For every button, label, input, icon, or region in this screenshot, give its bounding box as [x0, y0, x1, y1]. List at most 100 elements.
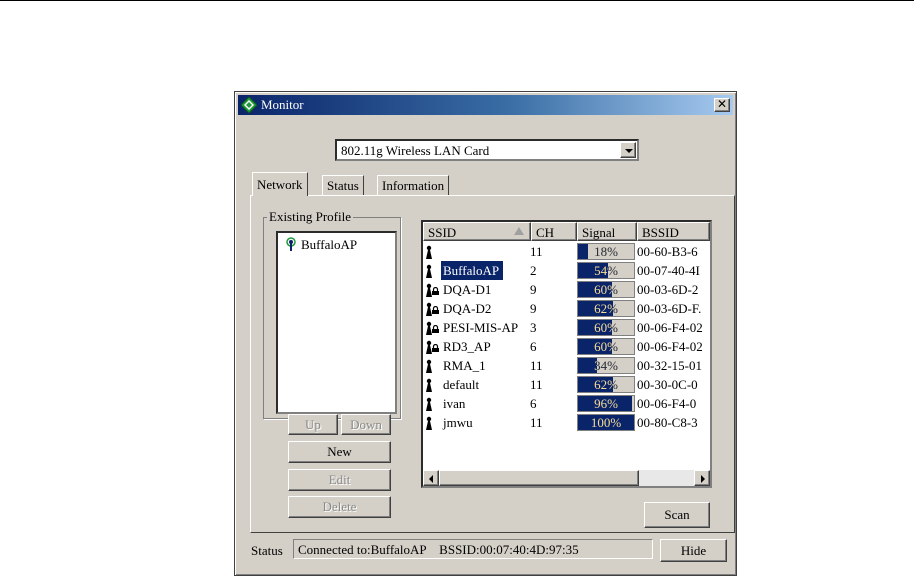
adapter-select[interactable]: 802.11g Wireless LAN Card — [335, 139, 639, 161]
scroll-left-icon[interactable] — [423, 470, 439, 486]
tab-network-label: Network — [257, 177, 303, 192]
column-header-bssid[interactable]: BSSID — [637, 222, 710, 241]
scrollbar-thumb[interactable] — [439, 470, 639, 486]
close-icon: ✕ — [716, 97, 728, 111]
scan-button[interactable]: Scan — [644, 502, 710, 528]
dropdown-arrow-icon[interactable] — [620, 142, 636, 158]
signal-text: 54% — [594, 263, 618, 278]
profile-item-label: BuffaloAP — [301, 237, 358, 252]
signal-bar: 62% — [577, 300, 635, 317]
signal-text: 96% — [594, 396, 618, 411]
signal-bar: 60% — [577, 319, 635, 336]
horizontal-scrollbar[interactable] — [423, 470, 710, 486]
network-row[interactable]: PESI-MIS-AP 3 60% 00-06-F4-02 — [423, 318, 710, 337]
bssid-cell: 00-03-6D-2 — [637, 282, 699, 297]
up-button[interactable]: Up — [288, 414, 338, 435]
signal-bar: 18% — [577, 243, 635, 260]
ssid-cell: jmwu — [443, 415, 473, 430]
profile-list[interactable]: BuffaloAP — [276, 231, 397, 414]
lock-icon — [432, 306, 439, 314]
close-button[interactable]: ✕ — [714, 98, 730, 112]
channel-cell: 11 — [530, 244, 543, 259]
title-bar[interactable]: Monitor ✕ — [238, 95, 733, 115]
channel-cell: 11 — [530, 358, 543, 373]
up-button-label: Up — [305, 417, 321, 432]
tab-status[interactable]: Status — [322, 175, 364, 195]
channel-cell: 11 — [530, 377, 543, 392]
signal-text: 62% — [594, 377, 618, 392]
new-button-label: New — [327, 444, 352, 459]
signal-bar: 34% — [577, 357, 635, 374]
bssid-cell: 00-06-F4-0 — [637, 396, 697, 411]
bssid-cell: 00-03-6D-F. — [637, 301, 702, 316]
delete-button[interactable]: Delete — [288, 496, 391, 518]
network-row[interactable]: RD3_AP 6 60% 00-06-F4-02 — [423, 337, 710, 356]
signal-bar: 60% — [577, 281, 635, 298]
access-point-icon — [426, 359, 432, 373]
status-label: Status — [251, 543, 283, 558]
edit-button[interactable]: Edit — [288, 469, 391, 491]
bssid-cell: 00-06-F4-02 — [637, 320, 703, 335]
existing-profile-label: Existing Profile — [267, 209, 353, 225]
signal-text: 34% — [594, 358, 618, 373]
bssid-cell: 00-30-0C-0 — [637, 377, 698, 392]
lock-icon — [432, 325, 439, 333]
signal-bar: 60% — [577, 338, 635, 355]
column-header-signal[interactable]: Signal — [577, 222, 637, 241]
edit-button-label: Edit — [328, 472, 351, 487]
lock-icon — [432, 287, 439, 295]
tab-status-label: Status — [327, 178, 359, 193]
monitor-window: Monitor ✕ 802.11g Wireless LAN Card Netw… — [234, 91, 737, 576]
column-header-ch-label: CH — [536, 225, 555, 240]
network-list[interactable]: SSID CH Signal BSSID 11 18% 00-60-B3-6 Buff… — [421, 220, 712, 488]
hide-button[interactable]: Hide — [660, 539, 727, 562]
ssid-cell: RMA_1 — [443, 358, 486, 373]
new-button[interactable]: New — [288, 441, 391, 463]
access-point-icon — [426, 245, 432, 259]
signal-text: 100% — [590, 415, 622, 430]
channel-cell: 2 — [530, 263, 537, 278]
network-row[interactable]: 11 18% 00-60-B3-6 — [423, 242, 710, 261]
channel-cell: 3 — [530, 320, 537, 335]
signal-text: 60% — [594, 320, 618, 335]
network-row[interactable]: ivan 6 96% 00-06-F4-0 — [423, 394, 710, 413]
column-header-ch[interactable]: CH — [531, 222, 577, 241]
network-row[interactable]: BuffaloAP 2 54% 00-07-40-4I — [423, 261, 710, 280]
signal-bar: 54% — [577, 262, 635, 279]
signal-bar: 62% — [577, 376, 635, 393]
network-row[interactable]: RMA_1 11 34% 00-32-15-01 — [423, 356, 710, 375]
sort-ascending-icon — [514, 227, 524, 235]
hide-button-label: Hide — [680, 543, 707, 558]
down-button-label: Down — [350, 417, 382, 432]
ssid-cell: BuffaloAP — [441, 261, 504, 280]
network-row[interactable]: DQA-D2 9 62% 00-03-6D-F. — [423, 299, 710, 318]
scan-button-label: Scan — [664, 507, 690, 522]
signal-text: 60% — [594, 282, 618, 297]
column-header-bssid-label: BSSID — [642, 225, 679, 240]
channel-cell: 9 — [530, 282, 537, 297]
access-point-icon — [426, 416, 432, 430]
ssid-cell: ivan — [443, 396, 466, 411]
scroll-right-icon[interactable] — [694, 470, 710, 486]
column-header-ssid[interactable]: SSID — [423, 222, 531, 241]
tab-information[interactable]: Information — [377, 175, 450, 195]
network-row[interactable]: DQA-D1 9 60% 00-03-6D-2 — [423, 280, 710, 299]
app-diamond-icon — [241, 97, 257, 113]
network-row[interactable]: default 11 62% 00-30-0C-0 — [423, 375, 710, 394]
down-button[interactable]: Down — [341, 414, 391, 435]
tab-network[interactable]: Network — [252, 172, 308, 196]
bssid-cell: 00-32-15-01 — [637, 358, 702, 373]
profile-item-buffaloap[interactable]: BuffaloAP — [284, 237, 357, 253]
ssid-cell — [441, 242, 447, 261]
bssid-cell: 00-06-F4-02 — [637, 339, 703, 354]
ssid-cell: DQA-D2 — [443, 301, 492, 316]
channel-cell: 11 — [530, 415, 543, 430]
profile-antenna-icon — [286, 237, 296, 251]
signal-text: 18% — [594, 244, 618, 259]
signal-bar: 100% — [577, 414, 635, 431]
access-point-icon — [426, 264, 432, 278]
bssid-cell: 00-07-40-4I — [637, 263, 700, 278]
signal-text: 60% — [594, 339, 618, 354]
network-row[interactable]: jmwu 11 100% 00-80-C8-3 — [423, 413, 710, 432]
signal-text: 62% — [594, 301, 618, 316]
